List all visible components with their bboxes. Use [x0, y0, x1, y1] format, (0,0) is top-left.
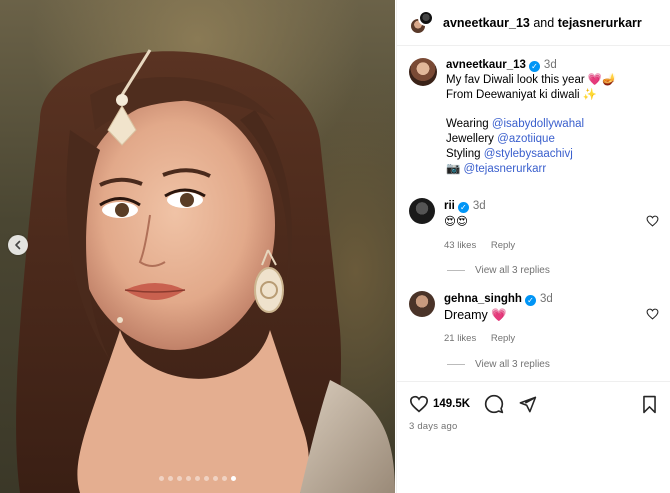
reply-button[interactable]: Reply [491, 240, 515, 251]
verified-badge-icon: ✓ [457, 202, 469, 213]
heart-icon [409, 395, 429, 413]
and-text: and [533, 15, 555, 30]
carousel-dot [213, 476, 218, 481]
carousel-dot [168, 476, 173, 481]
heart-icon [646, 308, 659, 320]
carousel-dot [159, 476, 164, 481]
carousel-dot [195, 476, 200, 481]
mention-link[interactable]: @isabydollywahal [492, 118, 584, 130]
view-replies-button[interactable]: View all 3 replies [447, 265, 550, 276]
comment-username[interactable]: gehna_singhh [444, 293, 522, 305]
post-actions: 149.5K 3 days ago [397, 381, 670, 493]
caption-line-2: From Deewaniyat ki diwali ✨ [446, 89, 598, 101]
share-button[interactable] [518, 395, 537, 414]
post-authors: avneetkaur_13 and tejasnerurkarr [443, 16, 642, 30]
avatar[interactable] [409, 291, 435, 317]
collaborator-link[interactable]: tejasnerurkarr [558, 16, 642, 30]
styling-label: Styling [446, 148, 481, 160]
comment: rii ✓ 3d 😍😍 43 likes Reply [409, 198, 659, 254]
collab-avatars[interactable] [409, 9, 435, 36]
wearing-label: Wearing [446, 118, 489, 130]
post-photo [16, 49, 395, 493]
caption-line-1: My fav Diwali look this year 💗🪔 [446, 74, 617, 86]
carousel-dot [186, 476, 191, 481]
verified-badge-icon: ✓ [524, 295, 536, 306]
like-button[interactable] [409, 395, 429, 413]
like-count[interactable]: 149.5K [433, 398, 470, 410]
post-media[interactable] [0, 0, 395, 493]
author-link[interactable]: avneetkaur_13 [443, 16, 530, 30]
like-comment-button[interactable] [646, 307, 659, 325]
jewellery-label: Jewellery [446, 133, 494, 145]
comment-text: 😍😍 [444, 216, 468, 228]
post-date[interactable]: 3 days ago [409, 421, 457, 432]
mention-link[interactable]: @azotiique [497, 133, 555, 145]
comment-username[interactable]: rii [444, 200, 455, 212]
comment-text: Dreamy 💗 [444, 308, 507, 322]
post-side-panel: avneetkaur_13 and tejasnerurkarr avneetk… [396, 0, 670, 493]
reply-button[interactable]: Reply [491, 333, 515, 344]
comment-time[interactable]: 3d [473, 200, 486, 212]
avatar[interactable] [409, 58, 437, 86]
comment-icon [484, 394, 504, 414]
bookmark-icon [643, 395, 656, 413]
carousel-indicator [0, 476, 395, 481]
comment-likes[interactable]: 43 likes [444, 240, 476, 251]
carousel-prev-button[interactable] [8, 235, 28, 255]
comment-time[interactable]: 3d [540, 293, 553, 305]
comment-likes[interactable]: 21 likes [444, 333, 476, 344]
view-replies-label: View all 3 replies [475, 265, 550, 276]
caption: avneetkaur_13 ✓ 3d My fav Diwali look this… [409, 58, 666, 177]
carousel-dot [231, 476, 236, 481]
comment-button[interactable] [484, 394, 504, 414]
mention-link[interactable]: @tejasnerurkarr [464, 163, 547, 175]
post-header: avneetkaur_13 and tejasnerurkarr [397, 0, 670, 46]
caption-time[interactable]: 3d [544, 59, 557, 71]
carousel-dot [222, 476, 227, 481]
carousel-dot [204, 476, 209, 481]
avatar[interactable] [409, 198, 435, 224]
heart-icon [646, 215, 659, 227]
view-replies-label: View all 3 replies [475, 359, 550, 370]
camera-emoji: 📷 [446, 163, 461, 175]
caption-username[interactable]: avneetkaur_13 [446, 59, 526, 71]
carousel-dot [177, 476, 182, 481]
verified-badge-icon: ✓ [528, 61, 540, 72]
view-replies-button[interactable]: View all 3 replies [447, 359, 550, 370]
avatar [418, 9, 434, 26]
save-button[interactable] [641, 395, 658, 414]
comment: gehna_singhh ✓ 3d Dreamy 💗 21 likes Reply [409, 291, 659, 347]
mention-link[interactable]: @stylebysaachivj [484, 148, 573, 160]
share-icon [519, 396, 537, 412]
chevron-left-icon [15, 240, 21, 250]
like-comment-button[interactable] [646, 214, 659, 232]
